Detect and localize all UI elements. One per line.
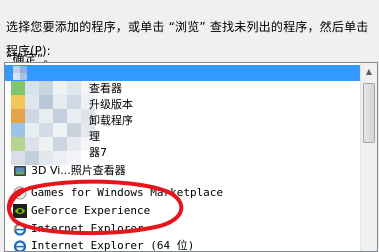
internet-explorer-icon: [13, 240, 27, 251]
geforce-icon: [13, 204, 27, 218]
list-item-label: Games for Windows Marketplace: [31, 186, 224, 199]
list-item-label: Internet Explorer (64 位): [31, 239, 195, 252]
instruction-text: 选择您要添加的程序，或单击 “浏览” 查找未列出的程序，然后单击 “确定”。: [6, 3, 378, 67]
list-item-label: 查看器: [89, 82, 122, 95]
photo-viewer-icon: [14, 166, 26, 176]
list-item[interactable]: [5, 65, 360, 81]
program-list[interactable]: 查看器 升级版本 卸载程序 理 器7 3D Vi...照片查看器 Games f…: [4, 62, 378, 252]
vertical-scrollbar[interactable]: ▲: [360, 63, 377, 251]
list-item[interactable]: 升级版本: [5, 97, 360, 113]
list-item[interactable]: 3D Vi...照片查看器: [5, 163, 360, 179]
list-item[interactable]: 卸载程序: [5, 113, 360, 129]
games-marketplace-icon: [13, 186, 27, 200]
scroll-thumb[interactable]: [363, 83, 375, 143]
scroll-up-button[interactable]: ▲: [361, 63, 377, 79]
list-item[interactable]: GeForce Experience: [5, 203, 360, 219]
list-item-label: 理: [89, 130, 100, 143]
list-item-label: 3D Vi...照片查看器: [31, 164, 126, 177]
program-list-label: 程序(P):: [6, 44, 51, 58]
list-item-label: GeForce Experience: [31, 204, 151, 217]
pixelated-icon: [13, 66, 27, 80]
list-item[interactable]: 器7: [5, 145, 360, 161]
instruction-line-1: 选择您要添加的程序，或单击 “浏览” 查找未列出的程序，然后单击: [6, 20, 369, 34]
list-item-label: 升级版本: [89, 98, 133, 111]
list-item-label: 器7: [89, 146, 107, 159]
list-item[interactable]: Games for Windows Marketplace: [5, 185, 360, 201]
list-item-label: Internet Explorer: [31, 222, 144, 235]
list-item-label: 卸载程序: [89, 114, 133, 127]
list-item[interactable]: 理: [5, 129, 360, 145]
list-item[interactable]: 查看器: [5, 81, 360, 97]
list-item[interactable]: Internet Explorer: [5, 221, 360, 237]
internet-explorer-icon: [13, 223, 27, 236]
list-item[interactable]: Internet Explorer (64 位): [5, 238, 360, 252]
